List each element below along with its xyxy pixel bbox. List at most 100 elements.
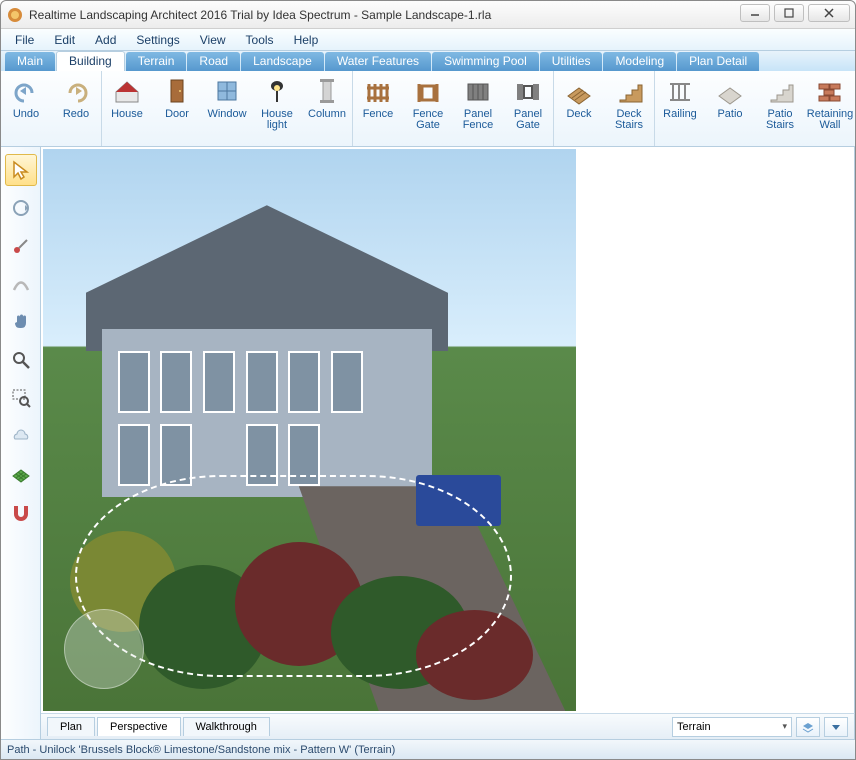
- maximize-button[interactable]: [774, 4, 804, 22]
- wall-icon: [814, 75, 846, 107]
- tool-zoom[interactable]: [5, 344, 37, 376]
- deck-stairs-label: Deck Stairs: [615, 109, 643, 131]
- patio-stairs-icon: [764, 75, 796, 107]
- patio-stairs-label: Patio Stairs: [766, 109, 794, 131]
- tab-walkthrough[interactable]: Walkthrough: [183, 717, 270, 736]
- close-button[interactable]: [808, 4, 850, 22]
- ribbon-tab-plandetail[interactable]: Plan Detail: [677, 52, 759, 71]
- door-label: Door: [165, 109, 189, 120]
- tool-grid[interactable]: [5, 458, 37, 490]
- house-label: House: [111, 109, 143, 120]
- tool-curve[interactable]: [5, 268, 37, 300]
- retaining-wall-label: Retaining Wall: [807, 109, 853, 131]
- ribbon-toolbar: Undo Redo House Door Window House light …: [1, 71, 855, 147]
- scene-window: [160, 424, 192, 486]
- ribbon-group-decking: Deck Deck Stairs: [554, 71, 655, 146]
- ribbon-tab-terrain[interactable]: Terrain: [126, 52, 187, 71]
- ribbon-tab-road[interactable]: Road: [187, 52, 240, 71]
- minimize-button[interactable]: [740, 4, 770, 22]
- retaining-wall-button[interactable]: Retaining Wall: [805, 71, 855, 146]
- tool-move-point[interactable]: [5, 230, 37, 262]
- panel-fence-icon: [462, 75, 494, 107]
- scene-window: [331, 351, 363, 413]
- tool-zoom-region[interactable]: [5, 382, 37, 414]
- layer-dropdown-button[interactable]: [824, 717, 848, 737]
- tool-orbit[interactable]: [5, 192, 37, 224]
- scene-window: [288, 424, 320, 486]
- redo-button[interactable]: Redo: [51, 71, 101, 146]
- lamp-icon: [261, 75, 293, 107]
- layer-filter-button[interactable]: [796, 717, 820, 737]
- tool-select[interactable]: [5, 154, 37, 186]
- house-light-button[interactable]: House light: [252, 71, 302, 146]
- menu-edit[interactable]: Edit: [44, 31, 85, 49]
- tab-plan[interactable]: Plan: [47, 717, 95, 736]
- panel-gate-icon: [512, 75, 544, 107]
- scene-car: [416, 475, 501, 526]
- orbit-gizmo[interactable]: [64, 609, 144, 689]
- viewport-column: Plan Perspective Walkthrough Terrain: [41, 147, 855, 739]
- panel-gate-button[interactable]: Panel Gate: [503, 71, 553, 146]
- tool-snap[interactable]: [5, 496, 37, 528]
- patio-label: Patio: [717, 109, 742, 120]
- menu-tools[interactable]: Tools: [236, 31, 284, 49]
- menu-help[interactable]: Help: [284, 31, 329, 49]
- fence-button[interactable]: Fence: [353, 71, 403, 146]
- ribbon-group-building: House Door Window House light Column: [102, 71, 353, 146]
- deck-icon: [563, 75, 595, 107]
- scene-window: [203, 351, 235, 413]
- patio-button[interactable]: Patio: [705, 71, 755, 146]
- house-light-label: House light: [261, 109, 293, 131]
- window-icon: [211, 75, 243, 107]
- menu-settings[interactable]: Settings: [126, 31, 189, 49]
- panel-fence-button[interactable]: Panel Fence: [453, 71, 503, 146]
- menu-bar: File Edit Add Settings View Tools Help: [1, 29, 855, 51]
- railing-label: Railing: [663, 109, 697, 120]
- patio-icon: [714, 75, 746, 107]
- railing-button[interactable]: Railing: [655, 71, 705, 146]
- door-button[interactable]: Door: [152, 71, 202, 146]
- fence-gate-button[interactable]: Fence Gate: [403, 71, 453, 146]
- scene-window: [288, 351, 320, 413]
- layer-select[interactable]: Terrain: [672, 717, 792, 737]
- column-icon: [311, 75, 343, 107]
- tool-pan[interactable]: [5, 306, 37, 338]
- side-toolbar: [1, 147, 41, 739]
- house-icon: [111, 75, 143, 107]
- view-tab-bar: Plan Perspective Walkthrough Terrain: [41, 713, 855, 739]
- viewport-row: [41, 147, 855, 713]
- redo-label: Redo: [63, 109, 89, 120]
- ribbon-tab-pool[interactable]: Swimming Pool: [432, 52, 539, 71]
- ribbon-tab-building[interactable]: Building: [56, 51, 125, 71]
- column-label: Column: [308, 109, 346, 120]
- ribbon-tab-main[interactable]: Main: [5, 52, 55, 71]
- fence-gate-label: Fence Gate: [413, 109, 444, 131]
- window-button[interactable]: Window: [202, 71, 252, 146]
- tab-perspective[interactable]: Perspective: [97, 717, 180, 736]
- menu-view[interactable]: View: [190, 31, 236, 49]
- menu-add[interactable]: Add: [85, 31, 126, 49]
- menu-file[interactable]: File: [5, 31, 44, 49]
- status-bar: Path - Unilock 'Brussels Block® Limeston…: [1, 739, 855, 759]
- undo-label: Undo: [13, 109, 39, 120]
- railing-icon: [664, 75, 696, 107]
- viewport-3d[interactable]: [43, 149, 576, 711]
- tool-cloud[interactable]: [5, 420, 37, 452]
- scene-window: [246, 424, 278, 486]
- undo-button[interactable]: Undo: [1, 71, 51, 146]
- scene-window: [246, 351, 278, 413]
- house-button[interactable]: House: [102, 71, 152, 146]
- patio-stairs-button[interactable]: Patio Stairs: [755, 71, 805, 146]
- fence-icon: [362, 75, 394, 107]
- ribbon-tab-landscape[interactable]: Landscape: [241, 52, 324, 71]
- ribbon-tab-utilities[interactable]: Utilities: [540, 52, 603, 71]
- ribbon-tab-modeling[interactable]: Modeling: [603, 52, 676, 71]
- fence-gate-icon: [412, 75, 444, 107]
- ribbon-tab-water[interactable]: Water Features: [325, 52, 431, 71]
- app-window: Realtime Landscaping Architect 2016 Tria…: [0, 0, 856, 760]
- window-controls: [736, 4, 850, 22]
- deck-button[interactable]: Deck: [554, 71, 604, 146]
- deck-stairs-button[interactable]: Deck Stairs: [604, 71, 654, 146]
- window-title: Realtime Landscaping Architect 2016 Tria…: [29, 8, 849, 22]
- column-button[interactable]: Column: [302, 71, 352, 146]
